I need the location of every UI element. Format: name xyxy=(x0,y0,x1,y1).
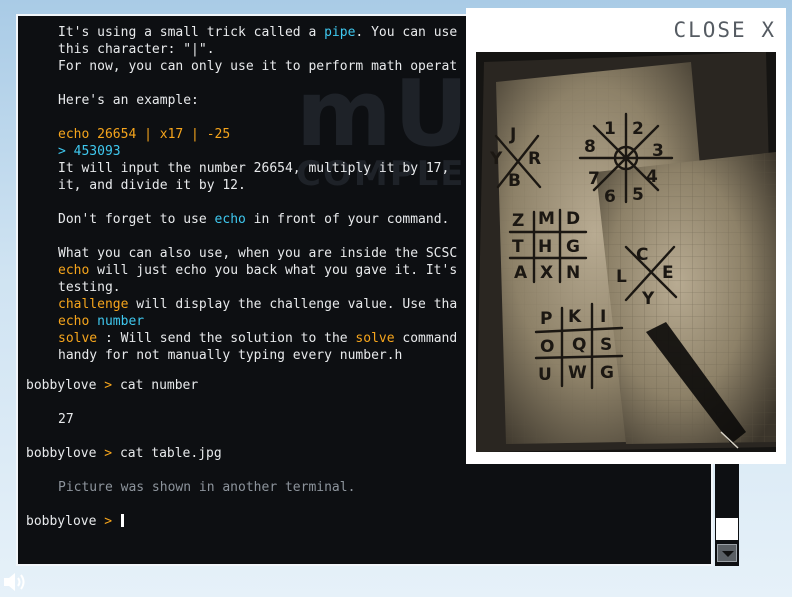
terminal-line: echo will just echo you back what you ga… xyxy=(58,262,457,279)
terminal-text: solve xyxy=(355,331,395,346)
svg-text:G: G xyxy=(566,237,580,257)
chevron-down-icon[interactable] xyxy=(717,544,737,562)
svg-text:O: O xyxy=(540,337,554,357)
terminal-text: Here's an example: xyxy=(58,93,199,108)
image-viewer: CL O S E X J R B Y 1 2 3 4 5 6 7 8 Z M D T … xyxy=(466,8,786,464)
svg-text:5: 5 xyxy=(632,185,644,205)
prompt-line-1: bobbylove > cat number xyxy=(26,377,198,394)
terminal-line: For now, you can only use it to perform … xyxy=(58,58,457,75)
terminal-line: Here's an example: xyxy=(58,92,199,109)
svg-text:3: 3 xyxy=(652,141,664,161)
terminal-line: challenge will display the challenge val… xyxy=(58,296,457,313)
terminal-line: What you can also use, when you are insi… xyxy=(58,245,457,262)
svg-text:Z: Z xyxy=(512,211,524,231)
svg-text:8: 8 xyxy=(584,137,596,157)
terminal-line: It will input the number 26654, multiply… xyxy=(58,160,449,177)
terminal-text: echo xyxy=(58,263,90,278)
terminal-text: command xyxy=(394,331,458,346)
command-output: Picture was shown in another terminal. xyxy=(58,480,356,495)
svg-text:I: I xyxy=(600,307,606,327)
terminal-line: It's using a small trick called a pipe. … xyxy=(58,24,457,41)
terminal-line: Don't forget to use echo in front of you… xyxy=(58,211,449,228)
terminal-line: echo 26654 | x17 | -25 xyxy=(58,126,230,143)
svg-text:Y: Y xyxy=(489,149,503,169)
terminal-line: handy for not manually typing every numb… xyxy=(58,347,402,364)
terminal-text: It's using a small trick called a xyxy=(58,25,325,40)
terminal-text: What you can also use, when you are insi… xyxy=(58,246,458,261)
command-text: cat number xyxy=(119,378,199,393)
prompt-line-active[interactable]: bobbylove > xyxy=(26,513,124,530)
terminal-line: this character: "|". xyxy=(58,41,215,58)
prompt-symbol: > xyxy=(104,446,113,461)
svg-text:T: T xyxy=(512,237,524,257)
terminal-text: . You can use xyxy=(355,25,458,40)
prompt-symbol: > xyxy=(104,378,113,393)
svg-text:K: K xyxy=(568,307,582,327)
terminal-line: solve : Will send the solution to the so… xyxy=(58,330,457,347)
terminal-line: > 453093 xyxy=(58,143,121,160)
svg-text:R: R xyxy=(528,149,541,169)
terminal-text: will just echo you back what you gave it… xyxy=(89,263,458,278)
svg-text:C: C xyxy=(636,245,648,265)
terminal-text: testing. xyxy=(58,280,121,295)
svg-text:7: 7 xyxy=(588,169,600,189)
svg-text:W: W xyxy=(568,363,587,383)
watermark-big: mU xyxy=(296,60,471,167)
svg-text:1: 1 xyxy=(604,119,616,139)
terminal-text: it, and divide it by 12. xyxy=(58,178,246,193)
svg-text:D: D xyxy=(566,209,580,229)
prompt-user: bobbylove xyxy=(26,514,97,529)
terminal-text: number xyxy=(97,314,145,329)
svg-text:X: X xyxy=(540,263,553,283)
svg-text:M: M xyxy=(538,209,555,229)
command-output: 27 xyxy=(58,412,74,427)
svg-text:B: B xyxy=(508,171,521,191)
scrollbar-thumb[interactable] xyxy=(716,518,738,540)
svg-text:A: A xyxy=(514,263,528,283)
terminal-line: testing. xyxy=(58,279,121,296)
svg-text:H: H xyxy=(538,237,552,257)
terminal-text: echo xyxy=(58,314,98,329)
terminal-text: echo xyxy=(214,212,246,227)
command-text: cat table.jpg xyxy=(119,446,222,461)
svg-text:Y: Y xyxy=(641,289,655,309)
terminal-text: will display the challenge value. Use th… xyxy=(128,297,458,312)
terminal-line: echo number xyxy=(58,313,144,330)
svg-text:4: 4 xyxy=(646,167,658,187)
speaker-icon[interactable] xyxy=(2,570,28,594)
terminal-text: challenge xyxy=(58,297,129,312)
svg-text:E: E xyxy=(662,263,674,283)
terminal-text: Don't forget to use xyxy=(58,212,215,227)
terminal-text: echo 26654 | x17 | -25 xyxy=(58,127,231,142)
svg-text:G: G xyxy=(600,363,614,383)
svg-text:Q: Q xyxy=(572,335,586,355)
svg-text:2: 2 xyxy=(632,119,644,139)
svg-text:P: P xyxy=(540,309,552,329)
svg-text:J: J xyxy=(509,125,516,145)
svg-text:S: S xyxy=(600,335,612,355)
terminal-text: : Will send the solution to the xyxy=(97,331,356,346)
terminal-text: For now, you can only use it to perform … xyxy=(58,59,458,74)
svg-text:6: 6 xyxy=(604,187,616,207)
cipher-photo: JRBY 1 234 5678 ZMD THG AXN CEYL PKI OQS … xyxy=(476,52,776,452)
terminal-text: pipe xyxy=(324,25,356,40)
prompt-user: bobbylove xyxy=(26,446,97,461)
close-button[interactable]: CLOSE X xyxy=(673,18,776,42)
prompt-line-2: bobbylove > cat table.jpg xyxy=(26,445,222,462)
terminal-text: this character: "|". xyxy=(58,42,215,57)
svg-text:U: U xyxy=(538,365,552,385)
terminal-text: solve xyxy=(58,331,98,346)
terminal-text: > 453093 xyxy=(58,144,121,159)
terminal-text: It will input the number 26654, multiply… xyxy=(58,161,450,176)
svg-text:L: L xyxy=(616,267,627,287)
text-cursor xyxy=(120,514,124,527)
svg-text:N: N xyxy=(566,263,580,283)
prompt-symbol: > xyxy=(104,514,113,529)
terminal-line: it, and divide it by 12. xyxy=(58,177,246,194)
prompt-user: bobbylove xyxy=(26,378,97,393)
terminal-text: handy for not manually typing every numb… xyxy=(58,348,403,363)
terminal-text: in front of your command. xyxy=(245,212,450,227)
